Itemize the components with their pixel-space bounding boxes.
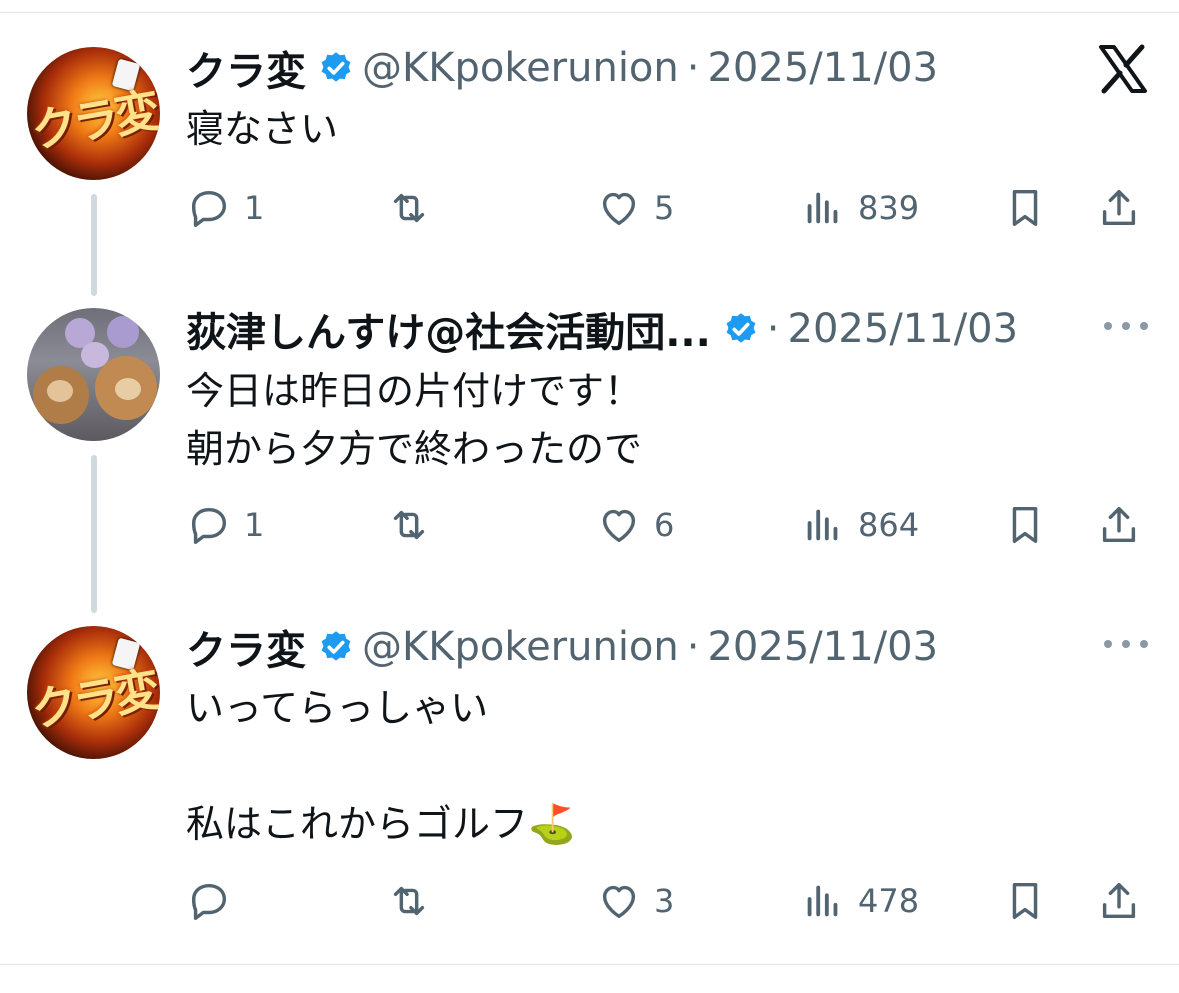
heart-icon — [602, 509, 636, 543]
display-name[interactable]: クラ変 — [186, 618, 306, 676]
views-icon — [807, 885, 838, 917]
verified-badge-icon — [321, 631, 351, 661]
tweet[interactable]: クラ変 @KKpokerunion · 2025/11/03 寝なさい 1 5 … — [186, 38, 1146, 238]
tweet-text: 今日は昨日の片付けです！ 朝から夕方で終わったので — [186, 369, 643, 471]
reply-icon — [191, 883, 227, 920]
like-button[interactable]: 5 — [596, 182, 674, 234]
share-icon — [1102, 189, 1136, 226]
like-count: 5 — [654, 189, 675, 227]
reply-count: 1 — [244, 189, 265, 227]
repost-button[interactable] — [386, 499, 444, 551]
views-button[interactable]: 478 — [800, 875, 919, 927]
handle[interactable]: @KKpokerunion — [362, 624, 679, 670]
bookmark-icon — [1012, 506, 1038, 544]
repost-button[interactable] — [386, 875, 444, 927]
reply-button[interactable] — [186, 875, 244, 927]
views-button[interactable]: 839 — [800, 182, 919, 234]
views-count: 478 — [858, 882, 920, 920]
avatar-logo-text: クラ変 — [27, 83, 160, 159]
thread-line — [91, 194, 97, 296]
verified-badge-icon — [321, 52, 351, 82]
thread-line — [91, 455, 97, 613]
action-bar: 3 478 — [186, 875, 1146, 927]
separator-dot: · — [766, 306, 780, 352]
timestamp[interactable]: 2025/11/03 — [788, 306, 1019, 352]
share-icon — [1102, 506, 1136, 543]
reply-icon — [191, 507, 227, 544]
repost-icon — [393, 193, 425, 223]
reply-button[interactable]: 1 — [186, 182, 264, 234]
avatar-logo-text: クラ変 — [27, 662, 160, 738]
bookmark-button[interactable] — [1002, 182, 1048, 234]
views-count: 839 — [858, 189, 920, 227]
bookmark-button[interactable] — [1002, 875, 1048, 927]
share-button[interactable] — [1096, 875, 1142, 927]
share-icon — [1102, 882, 1136, 919]
more-icon[interactable] — [1104, 640, 1148, 652]
tweet-header: 荻津しんすけ@社会活動団... · 2025/11/03 — [186, 299, 1018, 359]
views-count: 864 — [858, 506, 920, 544]
bear-decoration — [107, 316, 139, 348]
heart-icon — [602, 192, 636, 226]
avatar[interactable] — [27, 308, 160, 441]
tweet-text: いってらっしゃい 私はこれからゴルフ⛳ — [186, 686, 576, 846]
heart-icon — [602, 885, 636, 919]
bookmark-button[interactable] — [1002, 499, 1048, 551]
avatar[interactable]: クラ変 — [27, 626, 160, 759]
like-count: 6 — [654, 506, 675, 544]
tweet-text: 寝なさい — [186, 107, 339, 151]
like-count: 3 — [654, 882, 675, 920]
more-icon[interactable] — [1104, 322, 1148, 334]
action-bar: 1 5 839 — [186, 182, 1146, 234]
reply-count: 1 — [244, 506, 265, 544]
handle[interactable]: @KKpokerunion — [362, 45, 679, 91]
separator-dot: · — [686, 624, 700, 670]
action-bar: 1 6 864 — [186, 499, 1146, 551]
bookmark-icon — [1012, 189, 1038, 227]
bottom-divider — [0, 964, 1179, 965]
share-button[interactable] — [1096, 499, 1142, 551]
tweet-header: クラ変 @KKpokerunion · 2025/11/03 — [186, 617, 938, 677]
reply-button[interactable]: 1 — [186, 499, 264, 551]
bear-decoration — [115, 378, 141, 400]
bookmark-icon — [1012, 882, 1038, 920]
tweet-header: クラ変 @KKpokerunion · 2025/11/03 — [186, 38, 938, 98]
timestamp[interactable]: 2025/11/03 — [707, 45, 938, 91]
like-button[interactable]: 6 — [596, 499, 674, 551]
separator-dot: · — [686, 45, 700, 91]
views-button[interactable]: 864 — [800, 499, 919, 551]
like-button[interactable]: 3 — [596, 875, 674, 927]
views-icon — [807, 509, 838, 541]
views-icon — [807, 192, 838, 224]
tweet[interactable]: 荻津しんすけ@社会活動団... · 2025/11/03 今日は昨日の片付けです… — [186, 299, 1148, 559]
display-name[interactable]: クラ変 — [186, 39, 306, 97]
display-name[interactable]: 荻津しんすけ@社会活動団... — [186, 300, 711, 358]
verified-badge-icon — [726, 313, 756, 343]
share-button[interactable] — [1096, 182, 1142, 234]
repost-icon — [393, 886, 425, 916]
timestamp[interactable]: 2025/11/03 — [707, 624, 938, 670]
repost-icon — [393, 510, 425, 540]
reply-icon — [191, 190, 227, 227]
bear-decoration — [47, 380, 73, 402]
avatar[interactable]: クラ変 — [27, 47, 160, 180]
repost-button[interactable] — [386, 182, 444, 234]
tweet[interactable]: クラ変 @KKpokerunion · 2025/11/03 いってらっしゃい … — [186, 617, 1148, 937]
top-divider — [0, 12, 1179, 13]
